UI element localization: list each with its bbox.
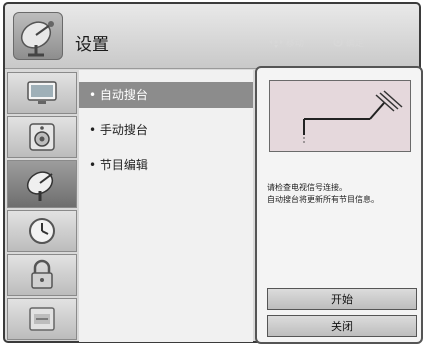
sidebar-item-input[interactable] [7,298,77,340]
detail-panel: 请检查电视信号连接。 自动搜台将更新所有节目信息。 开始 关闭 [255,66,423,344]
start-button[interactable]: 开始 [267,288,417,310]
dpad-icon [269,36,283,51]
close-button[interactable]: 关闭 [267,315,417,337]
sidebar-item-channel[interactable] [7,160,77,208]
hint-move: 移动 [269,36,304,51]
satellite-dish-icon [13,12,63,60]
settings-window: 设置 移动 确定 • 自动搜台 • 手动搜台 • 节目编辑 请检查电视信号连接。… [3,2,423,344]
sidebar [7,70,77,342]
menu-item-auto-tuning[interactable]: • 自动搜台 [79,82,253,108]
instruction-line-1: 请检查电视信号连接。 [267,183,347,192]
ok-button-icon [333,37,343,50]
hint-move-label: 移动 [285,39,304,49]
hint-ok: 确定 [333,36,364,50]
channel-menu: • 自动搜台 • 手动搜台 • 节目编辑 [79,70,253,342]
sidebar-item-audio[interactable] [7,116,77,158]
sidebar-item-time[interactable] [7,210,77,252]
menu-item-manual-tuning[interactable]: • 手动搜台 [79,117,253,143]
clock-icon [8,218,76,255]
page-title: 设置 [75,35,109,55]
satellite-dish-icon [8,171,76,211]
tv-picture-icon [8,81,76,117]
antenna-connection-diagram [269,80,411,152]
hint-ok-label: 确定 [345,39,364,49]
header-bar: 设置 移动 确定 [5,4,419,69]
lock-icon [8,259,76,299]
sidebar-item-lock[interactable] [7,254,77,296]
instruction-text: 请检查电视信号连接。 自动搜台将更新所有节目信息。 [267,182,417,206]
instruction-line-2: 自动搜台将更新所有节目信息。 [267,195,379,204]
speaker-audio-icon [8,123,76,161]
sidebar-item-picture[interactable] [7,72,77,114]
menu-item-program-edit[interactable]: • 节目编辑 [79,152,253,178]
input-source-icon [8,307,76,343]
